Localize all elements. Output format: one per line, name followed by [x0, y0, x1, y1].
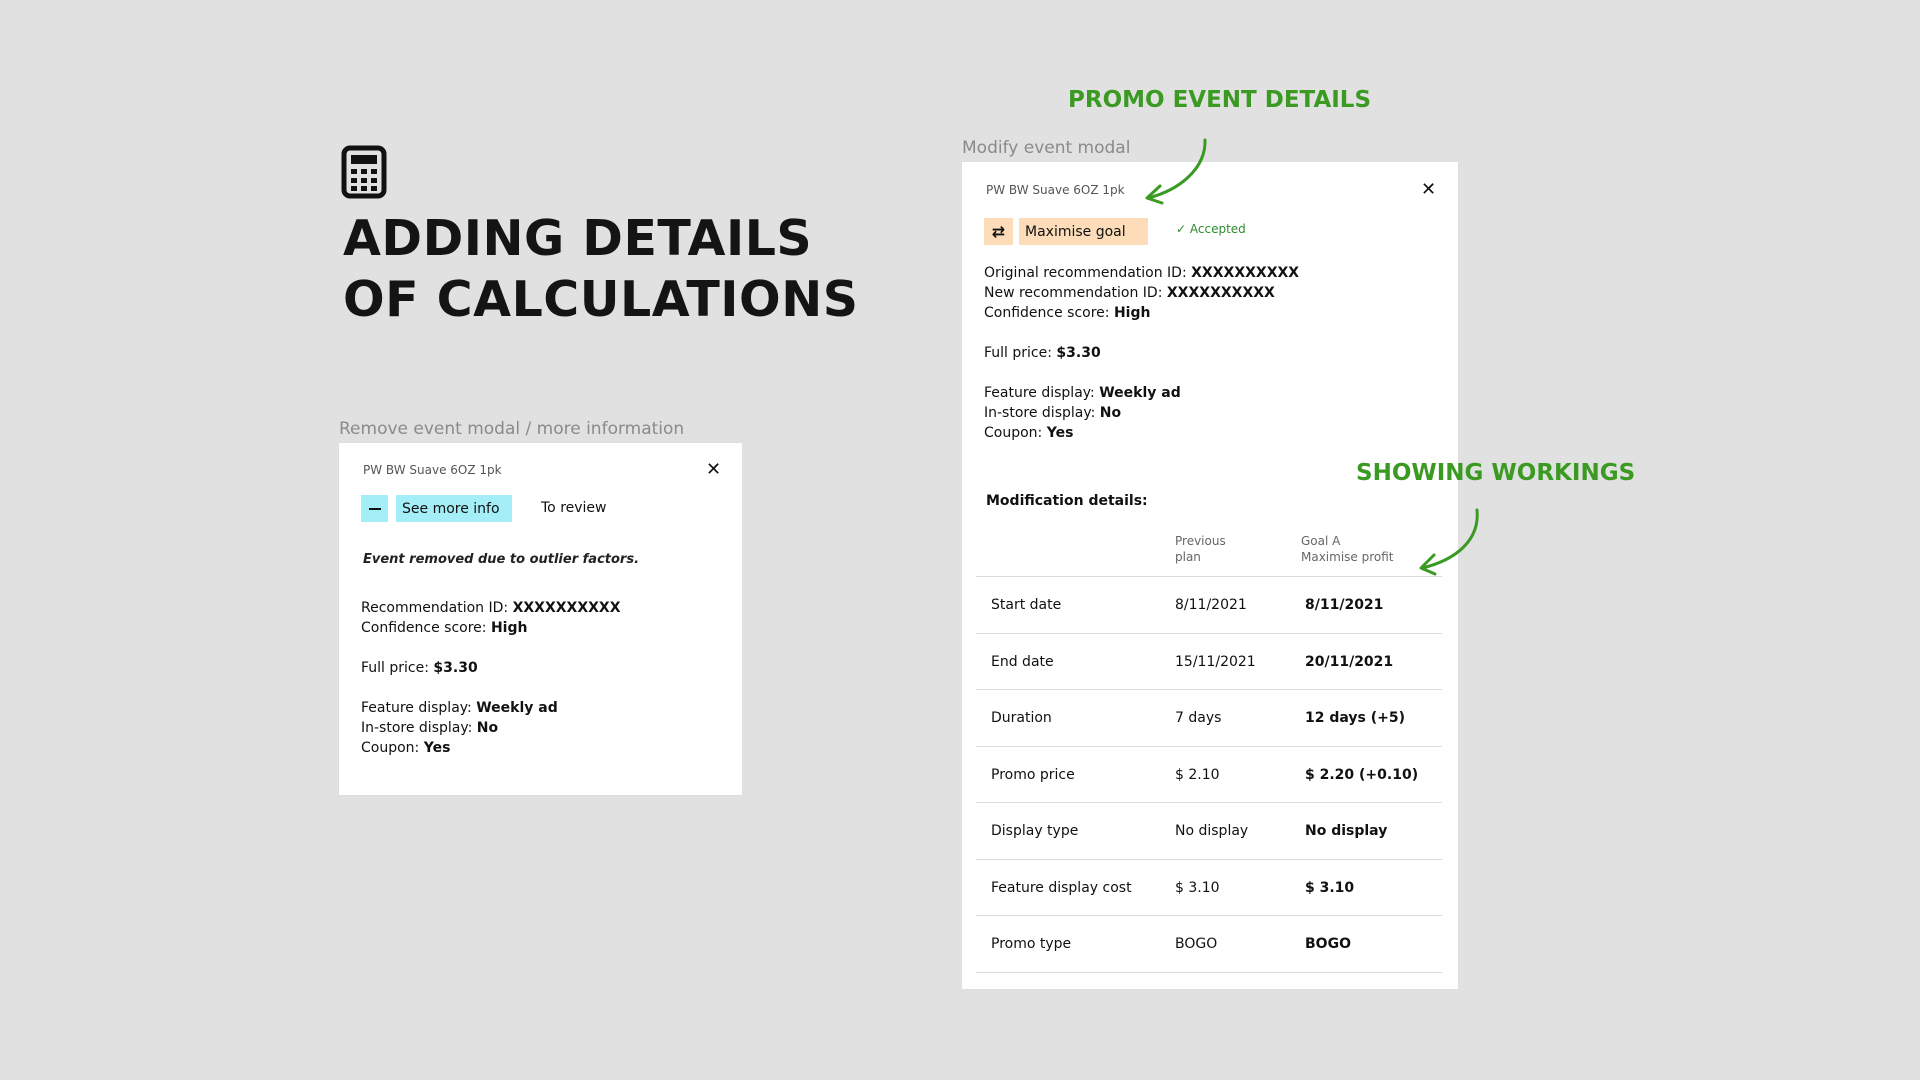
column-header-previous-plan: Previous plan [1175, 534, 1226, 564]
recommendation-id: Recommendation ID: XXXXXXXXXX [361, 600, 621, 616]
status-label: To review [541, 500, 607, 516]
coupon: Coupon: Yes [984, 425, 1074, 441]
previous-plan-value: 15/11/2021 [1175, 653, 1256, 670]
removal-reason: Event removed due to outlier factors. [363, 552, 640, 567]
feature-display: Feature display: Weekly ad [984, 385, 1181, 401]
promo-event-details-annotation: PROMO EVENT DETAILS [1068, 87, 1372, 113]
goal-value: BOGO [1305, 936, 1351, 952]
previous-plan-value: No display [1175, 823, 1249, 839]
table-row: Duration 7 days 12 days (+5) [976, 689, 1442, 746]
table-bottom-border [976, 971, 1442, 973]
instore-display: In-store display: No [361, 720, 499, 736]
previous-plan-value: 8/11/2021 [1175, 597, 1247, 613]
confidence-score: Confidence score: High [361, 620, 528, 636]
minus-icon [368, 507, 381, 510]
close-icon[interactable]: ✕ [706, 461, 721, 479]
coupon: Coupon: Yes [361, 740, 451, 756]
swap-icon[interactable]: ⇄ [984, 218, 1013, 245]
title-line-2: OF CALCULATIONS [343, 271, 859, 328]
page-title: ADDING DETAILS OF CALCULATIONS [343, 208, 859, 330]
modify-event-modal: PW BW Suave 6OZ 1pk ✕ ⇄ Maximise goal ✓ … [962, 162, 1458, 989]
goal-value: 8/11/2021 [1305, 597, 1384, 613]
row-label: Duration [991, 710, 1052, 726]
product-name: PW BW Suave 6OZ 1pk [986, 183, 1125, 197]
row-label: Promo type [991, 936, 1072, 952]
product-name: PW BW Suave 6OZ 1pk [363, 463, 502, 477]
modification-details-title: Modification details: [986, 493, 1148, 509]
right-frame-label: Modify event modal [962, 138, 1131, 158]
instore-display: In-store display: No [984, 405, 1122, 421]
previous-plan-value: BOGO [1175, 936, 1218, 952]
title-line-1: ADDING DETAILS [343, 210, 813, 267]
previous-plan-value: 7 days [1175, 710, 1222, 726]
feature-display: Feature display: Weekly ad [361, 700, 558, 716]
row-label: Start date [991, 597, 1062, 613]
goal-value: 12 days (+5) [1305, 710, 1405, 726]
row-label: Feature display cost [991, 879, 1132, 896]
row-label: Promo price [991, 766, 1075, 783]
maximise-goal-button[interactable]: Maximise goal [1019, 218, 1148, 245]
check-icon: ✓ [1176, 222, 1187, 236]
row-label: Display type [991, 823, 1079, 839]
remove-event-modal: PW BW Suave 6OZ 1pk ✕ See more info To r… [339, 443, 742, 795]
new-recommendation-id: New recommendation ID: XXXXXXXXXX [984, 285, 1275, 301]
full-price: Full price: $3.30 [361, 660, 478, 676]
column-header-goal: Goal A Maximise profit [1301, 534, 1394, 564]
table-row: Promo price $ 2.10 $ 2.20 (+0.10) [976, 745, 1442, 803]
collapse-button[interactable] [361, 495, 388, 522]
goal-value: $ 2.20 (+0.10) [1305, 766, 1419, 783]
table-row: Display type No display No display [976, 802, 1442, 859]
confidence-score: Confidence score: High [984, 305, 1151, 321]
goal-value: 20/11/2021 [1305, 653, 1394, 670]
left-frame-label: Remove event modal / more information [339, 419, 685, 439]
arrow-icon [1419, 508, 1479, 576]
showing-workings-annotation: SHOWING WORKINGS [1356, 460, 1636, 486]
close-icon[interactable]: ✕ [1421, 181, 1436, 199]
row-label: End date [991, 653, 1054, 670]
goal-value: No display [1305, 823, 1388, 839]
accepted-badge: ✓ Accepted [1176, 222, 1246, 236]
see-more-info-button[interactable]: See more info [396, 495, 512, 522]
previous-plan-value: $ 2.10 [1175, 766, 1220, 783]
table-row: Feature display cost $ 3.10 $ 3.10 [976, 858, 1442, 916]
calculator-icon [341, 145, 387, 199]
table-row: Promo type BOGO BOGO [976, 915, 1442, 972]
table-row: End date 15/11/2021 20/11/2021 [976, 632, 1442, 690]
table-row: Start date 8/11/2021 8/11/2021 [976, 576, 1442, 633]
goal-value: $ 3.10 [1305, 879, 1355, 896]
arrow-icon [1145, 138, 1207, 205]
full-price: Full price: $3.30 [984, 345, 1101, 361]
previous-plan-value: $ 3.10 [1175, 879, 1220, 896]
original-recommendation-id: Original recommendation ID: XXXXXXXXXX [984, 265, 1300, 281]
